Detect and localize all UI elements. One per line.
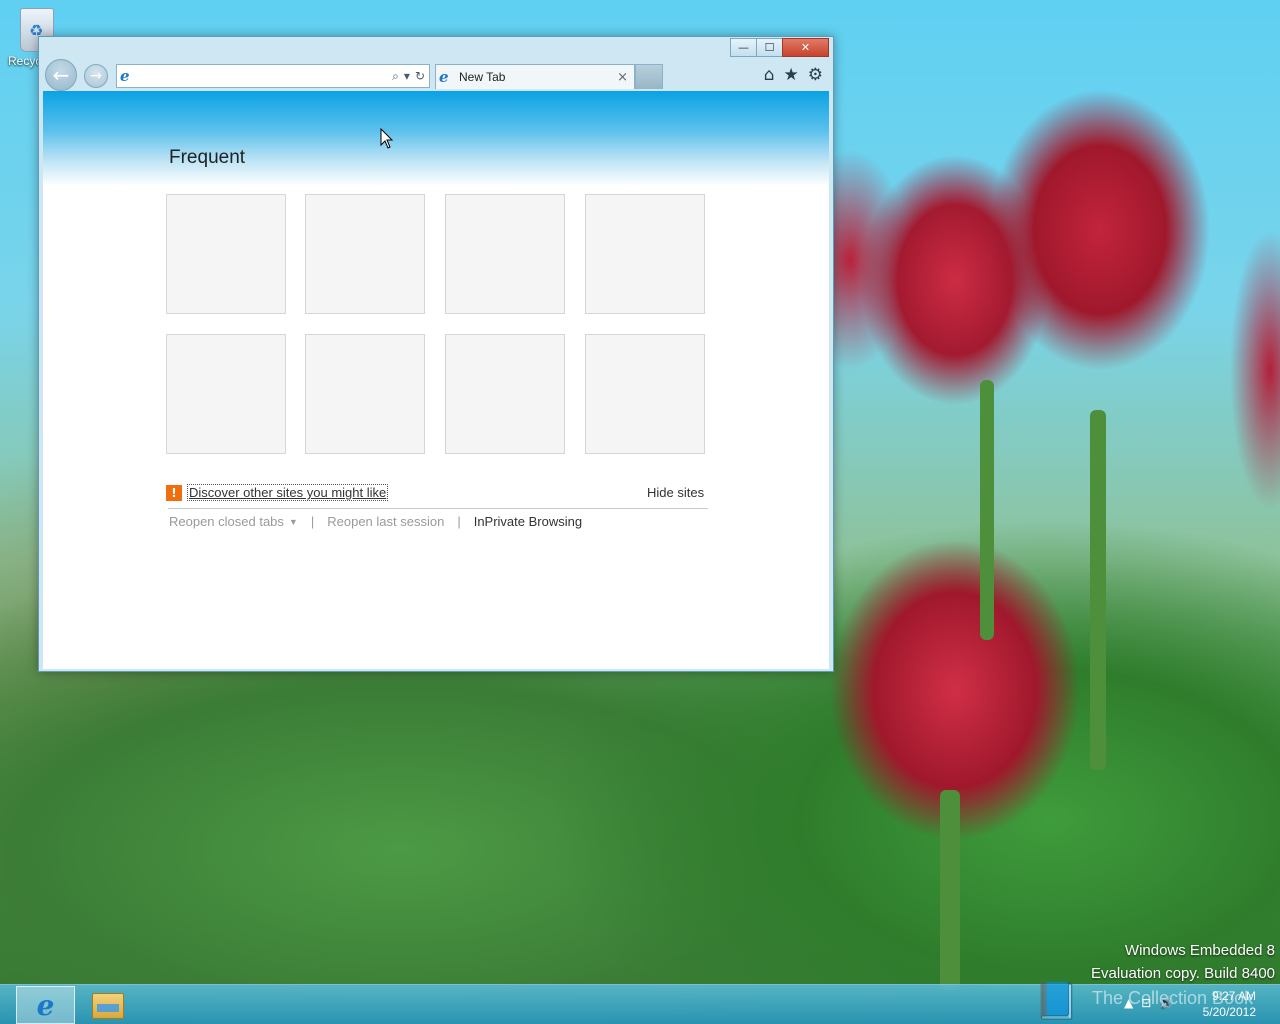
watermark-build: Evaluation copy. Build 8400 [1090,965,1275,982]
reopen-last-session-link[interactable]: Reopen last session [327,514,444,529]
session-links: Reopen closed tabs ▼ | Reopen last sessi… [169,514,582,529]
tulip-stem [1090,410,1106,770]
tulip-stem [980,380,994,640]
discover-sites: ! Discover other sites you might like [166,484,389,501]
tulip-stem [940,790,960,990]
tab-title: New Tab [459,70,506,84]
back-button[interactable]: ← [45,59,77,91]
separator: | [310,514,315,529]
forward-button[interactable]: → [84,64,108,88]
hide-sites-link[interactable]: Hide sites [647,485,704,500]
maximize-button[interactable]: ☐ [756,38,783,57]
search-icon[interactable]: ⌕ [392,69,399,84]
refresh-icon[interactable]: ↻ [415,69,425,83]
new-tab-button[interactable] [635,64,663,89]
volume-icon[interactable]: 🔊 [1159,996,1174,1010]
separator: | [457,514,461,529]
taskbar: e [0,984,1280,1024]
site-tile[interactable] [305,194,425,314]
site-tile[interactable] [585,334,705,454]
site-tile[interactable] [445,334,565,454]
system-tray: ▲ ⊡ 🔊 [1124,996,1174,1010]
show-hidden-icons-icon[interactable]: ▲ [1124,996,1133,1010]
browser-window: — ☐ ✕ ← → e ⌕ ▾ ↻ e New Tab × ⌂ ★ ⚙ Freq… [38,36,834,672]
ie-icon: e [120,67,130,85]
chevron-down-icon[interactable]: ▾ [404,69,410,83]
address-bar[interactable]: e ⌕ ▾ ↻ [116,64,430,88]
watermark-edition: Windows Embedded 8 [1124,942,1275,959]
network-icon[interactable]: ⊡ [1141,996,1151,1010]
home-icon[interactable]: ⌂ [764,65,775,85]
taskbar-ie-button[interactable]: e [16,986,75,1024]
site-tile[interactable] [305,334,425,454]
file-explorer-icon[interactable] [92,993,124,1019]
star-icon[interactable]: ★ [784,65,799,85]
clock-time: 9:27 AM [1211,989,1256,1003]
reopen-closed-tabs-link[interactable]: Reopen closed tabs [169,514,284,529]
minimize-button[interactable]: — [730,38,757,57]
site-tile[interactable] [585,194,705,314]
tab-new-tab[interactable]: e New Tab × [435,64,635,89]
lightbulb-icon: ! [166,484,182,501]
inprivate-browsing-link[interactable]: InPrivate Browsing [474,514,582,529]
address-input[interactable] [140,66,393,86]
gear-icon[interactable]: ⚙ [808,65,823,85]
discover-sites-link[interactable]: Discover other sites you might like [187,484,389,501]
close-tab-icon[interactable]: × [617,70,628,85]
site-tile[interactable] [445,194,565,314]
site-tile[interactable] [166,194,286,314]
page-title: Frequent [169,147,246,168]
clock-date: 5/20/2012 [1202,1005,1256,1019]
browser-toolbar: ← → e ⌕ ▾ ↻ e New Tab × ⌂ ★ ⚙ [39,57,833,91]
chevron-down-icon[interactable]: ▼ [289,517,298,527]
divider [168,508,708,509]
ie-icon: e [439,68,449,86]
new-tab-page: Frequent ! Discover other sites you migh… [43,91,829,669]
clock[interactable]: 9:27 AM 5/20/2012 [1203,988,1256,1020]
book-icon: 📘 [1034,981,1079,1022]
mouse-cursor-icon [380,128,394,149]
evaluation-watermark: Windows Embedded 8 Evaluation copy. Buil… [1091,939,1275,985]
site-tile[interactable] [166,334,286,454]
window-controls: — ☐ ✕ [730,38,829,57]
close-button[interactable]: ✕ [782,38,829,57]
